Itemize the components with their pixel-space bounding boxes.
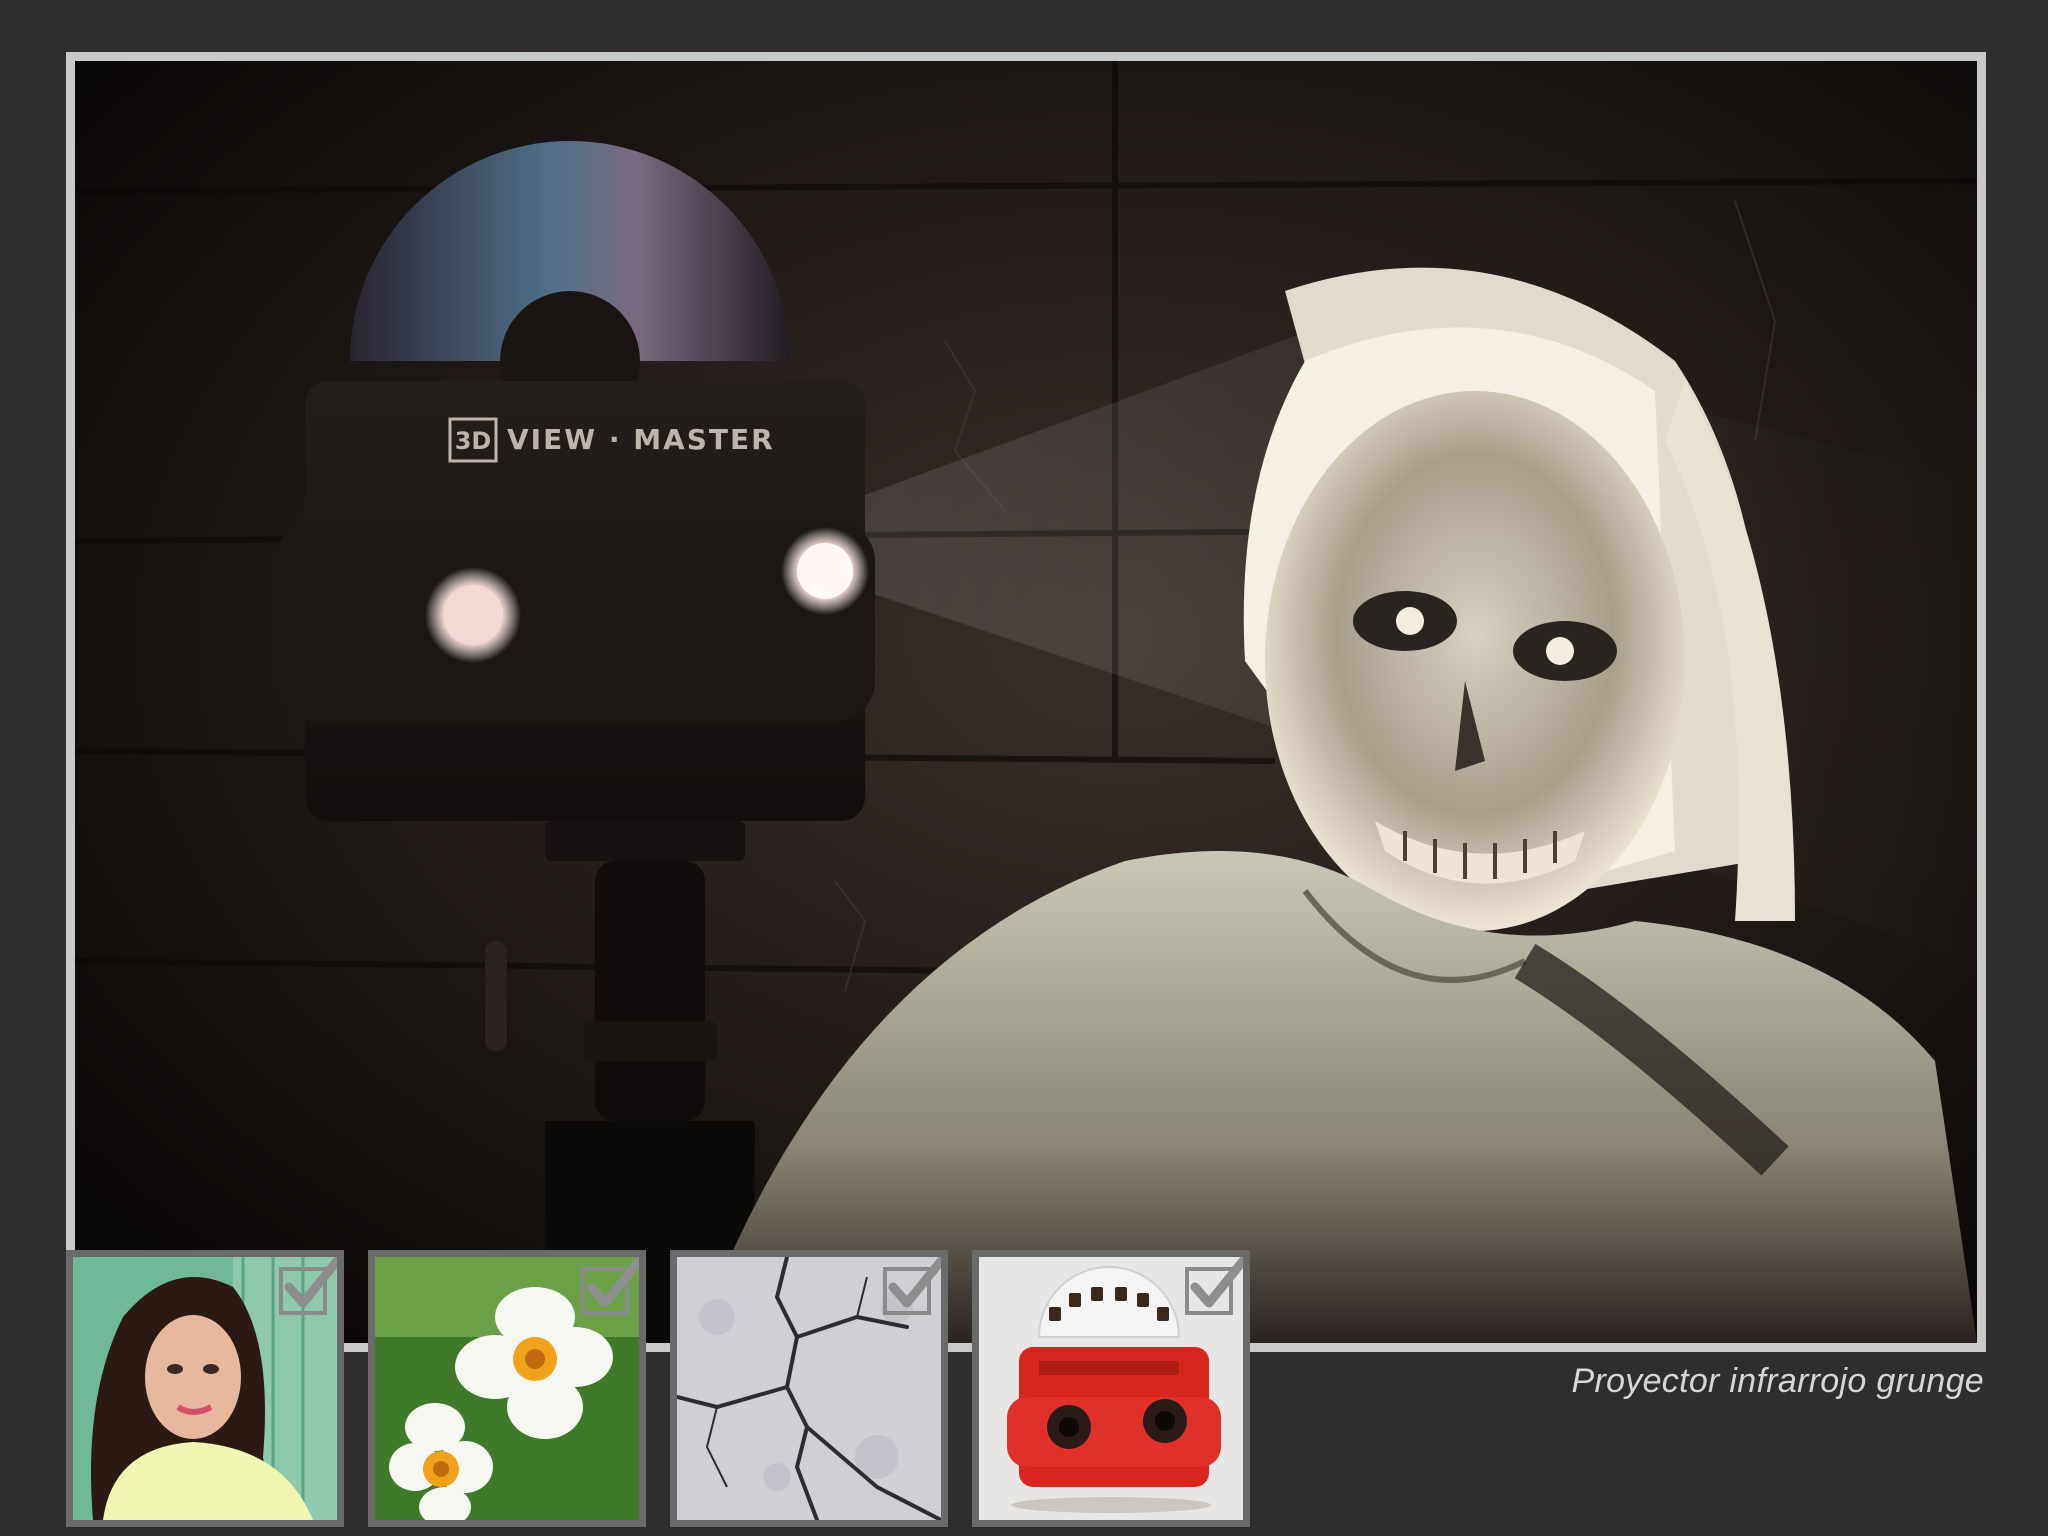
thumbnail-strip — [66, 1250, 1266, 1530]
thumbnail-woman-portrait[interactable] — [66, 1250, 344, 1527]
brand-badge-text: 3D — [455, 427, 492, 455]
gallery-stage: 3D VIEW · MASTER Proyector infrarrojo gr… — [0, 0, 2048, 1536]
check-icon[interactable] — [881, 1257, 941, 1317]
main-photo-art: 3D VIEW · MASTER — [75, 61, 1977, 1343]
thumbnail-cracked-texture[interactable] — [670, 1250, 948, 1527]
thumbnail-red-view-master[interactable] — [972, 1250, 1250, 1527]
thumbnail-daffodils[interactable] — [368, 1250, 646, 1527]
image-caption: Proyector infrarrojo grunge — [1571, 1362, 1984, 1400]
check-icon[interactable] — [579, 1257, 639, 1317]
main-photo[interactable]: 3D VIEW · MASTER — [66, 52, 1986, 1352]
brand-text: VIEW · MASTER — [507, 423, 775, 456]
check-icon[interactable] — [1183, 1257, 1243, 1317]
check-icon[interactable] — [277, 1257, 337, 1317]
